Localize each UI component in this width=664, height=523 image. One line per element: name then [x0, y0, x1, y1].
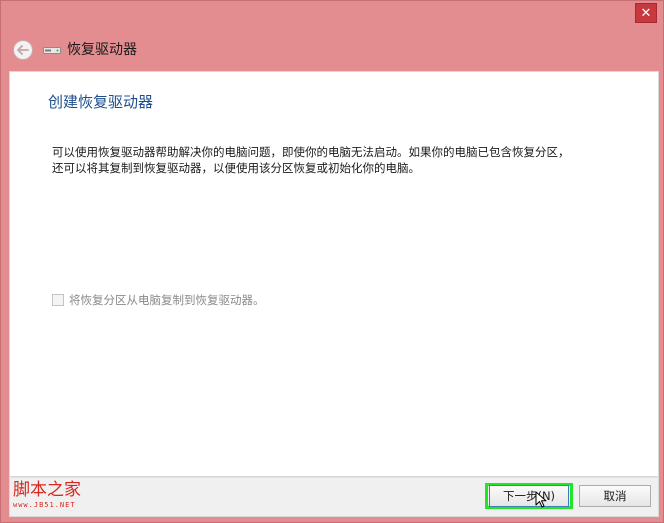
mouse-cursor-icon: [535, 491, 547, 508]
description-text: 可以使用恢复驱动器帮助解决你的电脑问题，即使你的电脑无法启动。如果你的电脑已包含…: [52, 145, 570, 175]
close-button[interactable]: ✕: [635, 3, 657, 23]
back-arrow-icon: [17, 45, 29, 55]
copy-partition-option: 将恢复分区从电脑复制到恢复驱动器。: [52, 293, 265, 307]
next-button[interactable]: 下一步(N): [489, 485, 569, 507]
watermark-url: www.JB51.NET: [13, 501, 76, 509]
cancel-button[interactable]: 取消: [579, 485, 651, 507]
watermark-logo: 脚本之家: [13, 480, 81, 500]
content-panel: 创建恢复驱动器 可以使用恢复驱动器帮助解决你的电脑问题，即使你的电脑无法启动。如…: [9, 71, 659, 477]
close-icon: ✕: [640, 5, 652, 21]
window-title: 恢复驱动器: [67, 42, 137, 58]
drive-icon: [43, 47, 61, 54]
back-button[interactable]: [13, 40, 33, 60]
dialog-window: ✕ 恢复驱动器 创建恢复驱动器 可以使用恢复驱动器帮助解决你的电脑问题，即使你的…: [0, 0, 664, 523]
copy-partition-label: 将恢复分区从电脑复制到恢复驱动器。: [69, 293, 265, 307]
page-heading: 创建恢复驱动器: [48, 93, 154, 111]
copy-partition-checkbox[interactable]: [52, 294, 64, 306]
